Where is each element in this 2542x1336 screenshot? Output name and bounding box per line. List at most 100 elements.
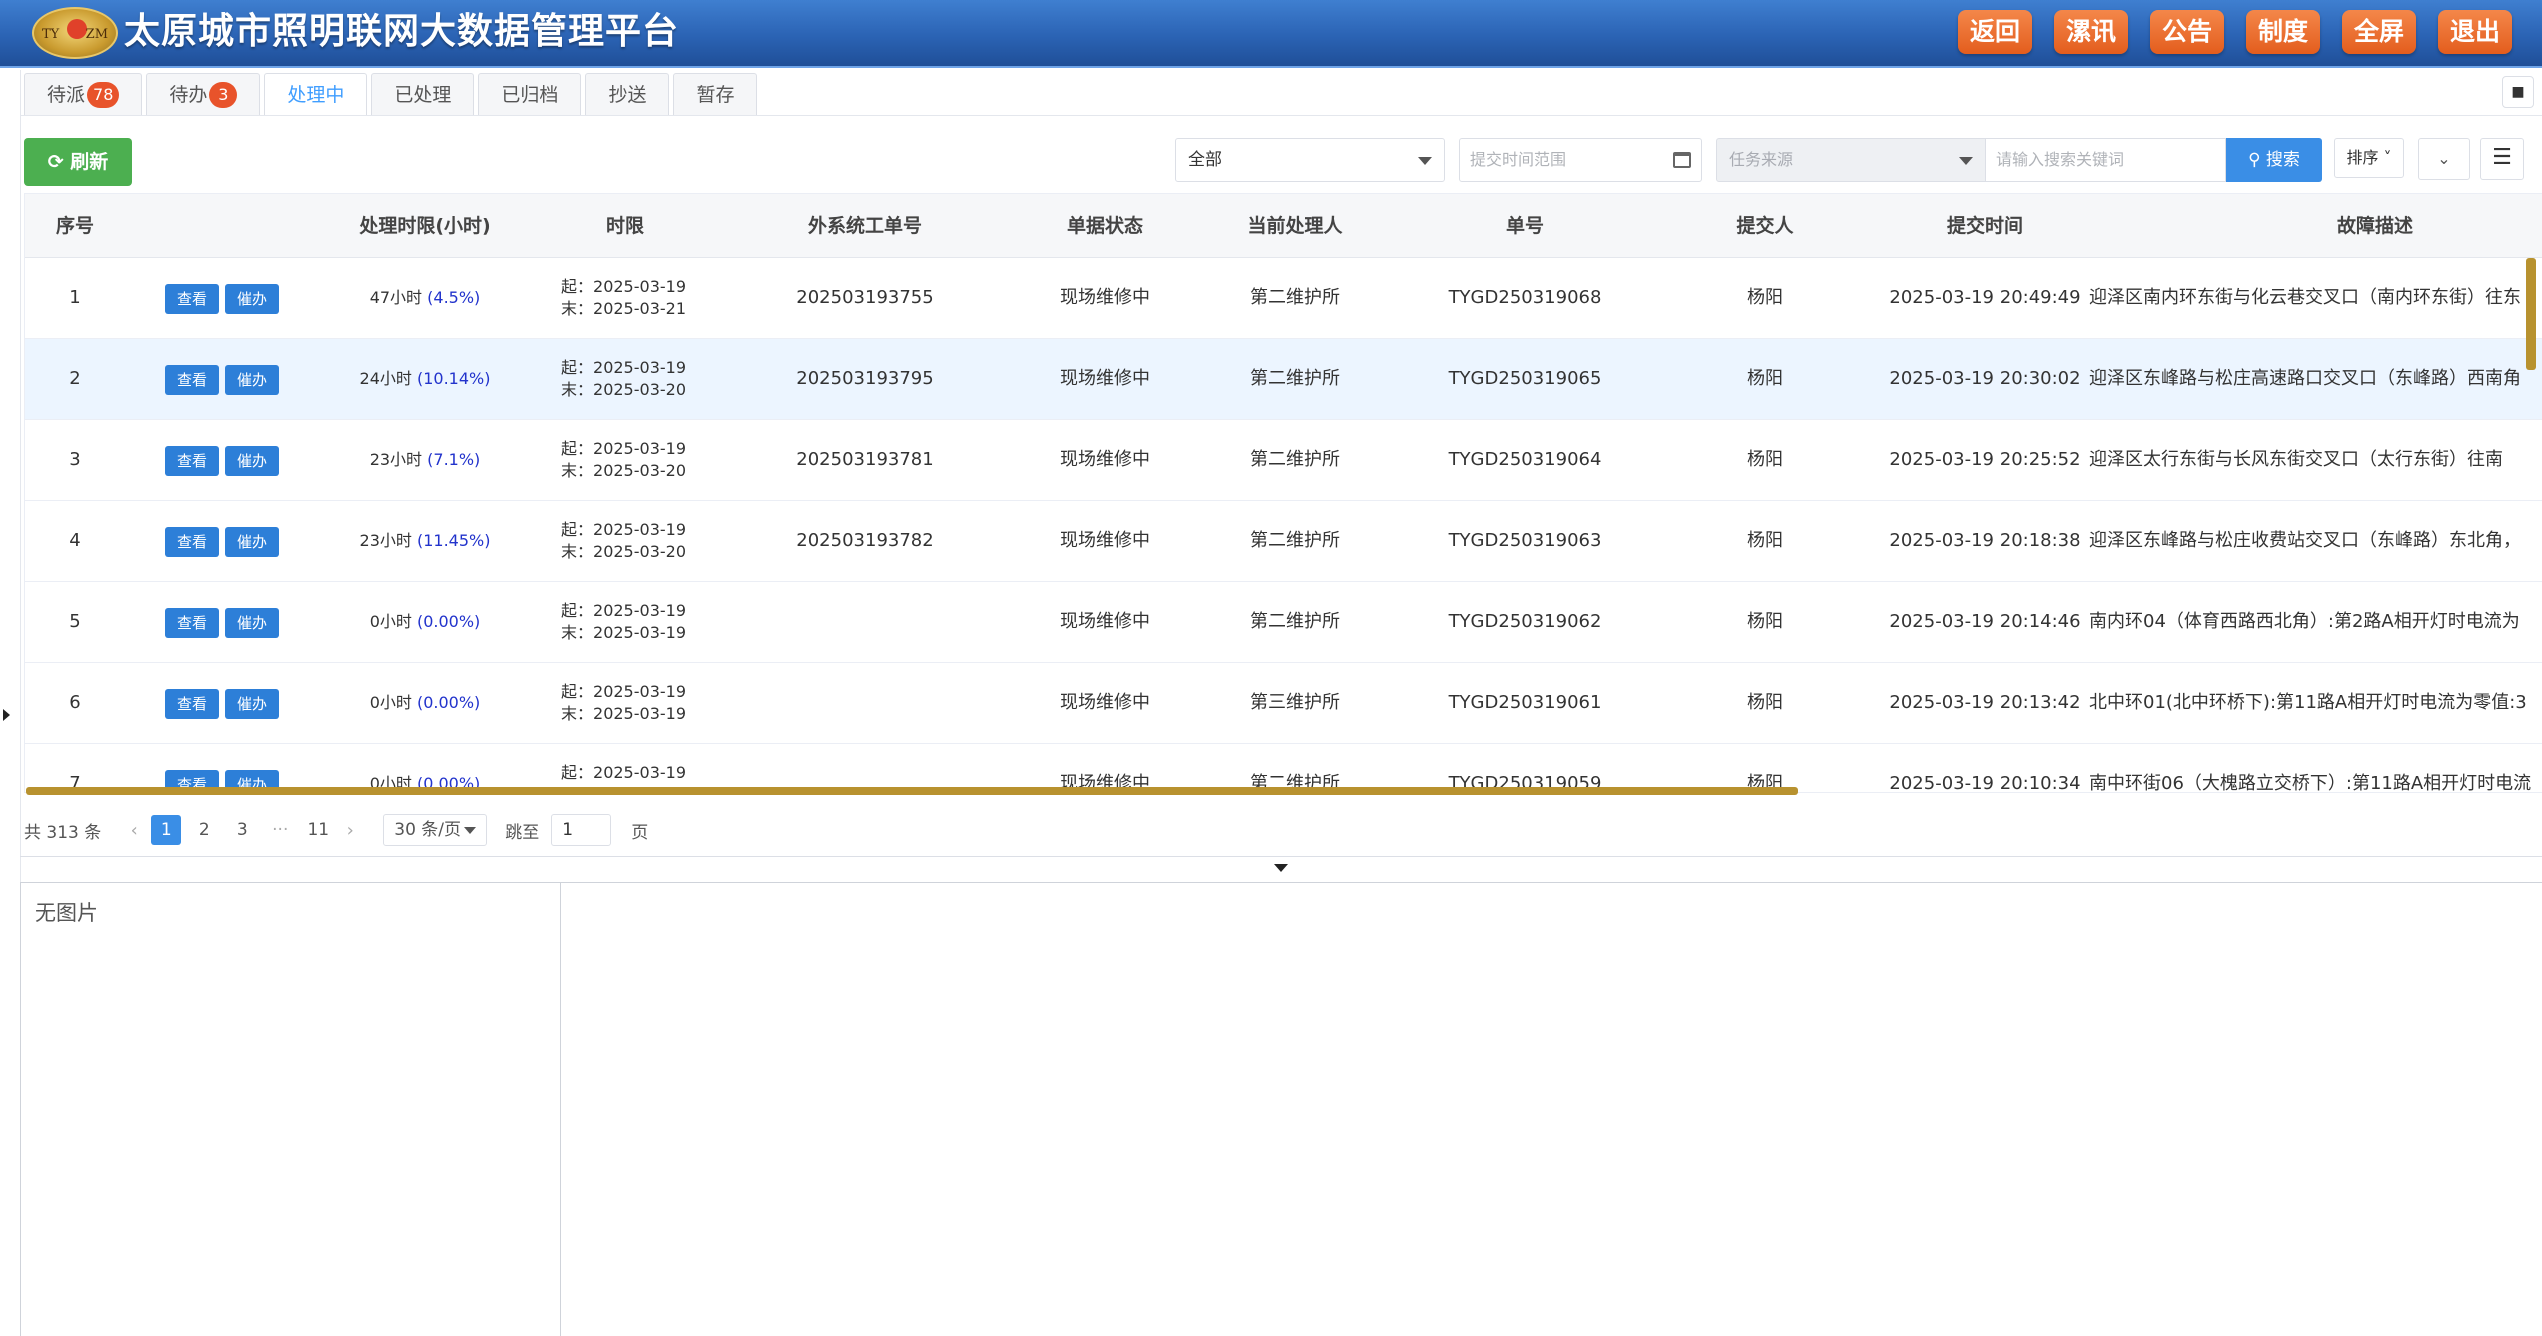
collapse-arrow-icon[interactable] (1274, 864, 1288, 872)
submit-time: 2025-03-19 20:10:34 (1889, 773, 2081, 793)
page-button-2[interactable]: 2 (189, 815, 219, 845)
news-button[interactable]: 漯讯 (2054, 10, 2128, 54)
deadline-range: 起：2025-03-19 末：2025-03-21 (561, 276, 686, 320)
table-row[interactable]: 2 查看 催办 24小时 (10.14%) 起：2025-03-19 末：2025… (25, 339, 2542, 420)
column-dropdown-button[interactable]: ⌄ (2418, 138, 2470, 180)
sort-button[interactable]: 排序 ˅ (2334, 138, 2404, 178)
submit-time: 2025-03-19 20:18:38 (1889, 530, 2081, 551)
page-button-3[interactable]: 3 (227, 815, 257, 845)
page-suffix: 页 (631, 822, 649, 843)
view-button[interactable]: 查看 (165, 284, 219, 314)
header-order-no: 单号 (1505, 215, 1544, 237)
table-row[interactable]: 4 查看 催办 23小时 (11.45%) 起：2025-03-19 末：2025… (25, 501, 2542, 582)
fault-description: 北中环01(北中环桥下):第11路A相开灯时电流为零值:3 (2089, 692, 2527, 713)
start-prefix: 起： (561, 763, 594, 782)
view-button[interactable]: 查看 (165, 365, 219, 395)
page-button-1[interactable]: 1 (151, 815, 182, 845)
ext-order-no: 202503193781 (796, 449, 934, 470)
end-date: 2025-03-19 (593, 623, 686, 642)
task-source-select[interactable]: 任务来源 (1716, 138, 1986, 182)
ext-order-no (745, 663, 985, 743)
view-button[interactable]: 查看 (165, 608, 219, 638)
fullscreen-button[interactable]: 全屏 (2342, 10, 2416, 54)
logo-text-right: ZM (85, 27, 108, 42)
row-no: 2 (69, 368, 81, 389)
work-order-table: 序号 处理时限(小时) 时限 外系统工单号 单据状态 当前处理人 单号 提交人 … (24, 193, 2542, 793)
menu-icon[interactable]: ☰ (2480, 138, 2524, 180)
tab-archived[interactable]: 已归档 (478, 73, 582, 115)
view-button[interactable]: 查看 (165, 689, 219, 719)
pagination: 共 313 条 ‹ 1 2 3 ··· 11 › 30 条/页 跳至 1 页 (24, 812, 648, 848)
submitter: 杨阳 (1747, 287, 1783, 308)
urge-button[interactable]: 催办 (225, 608, 279, 638)
table-row[interactable]: 3 查看 催办 23小时 (7.1%) 起：2025-03-19 末：2025-0… (25, 420, 2542, 501)
fault-description: 迎泽区东峰路与松庄收费站交叉口（东峰路）东北角， (2089, 530, 2521, 551)
start-date: 2025-03-19 (593, 682, 686, 701)
urge-button[interactable]: 催办 (225, 689, 279, 719)
status-select-value: 全部 (1188, 150, 1222, 170)
deadline-range: 起：2025-03-19 (561, 762, 686, 784)
tab-in-progress[interactable]: 处理中 (264, 73, 368, 115)
table-horizontal-scrollbar[interactable] (26, 787, 1798, 795)
table-vertical-scrollbar[interactable] (2526, 258, 2536, 370)
view-button[interactable]: 查看 (165, 527, 219, 557)
back-button[interactable]: 返回 (1958, 10, 2032, 54)
limit-hours: 0小时 (0.00%) (325, 582, 525, 662)
page-button-11[interactable]: 11 (303, 815, 333, 845)
next-page-icon[interactable]: › (337, 820, 363, 841)
search-input[interactable]: 请输入搜索关键词 (1986, 138, 2226, 182)
start-prefix: 起： (561, 358, 594, 377)
fault-description: 南内环04（体育西路西北角）:第2路A相开灯时电流为 (2089, 611, 2520, 632)
corner-toggle-button[interactable]: ■ (2502, 76, 2534, 108)
table-row[interactable]: 7 查看 催办 0小时 (0.00%) 起：2025-03-19 现场维修中 第… (25, 744, 2542, 793)
row-no: 5 (69, 611, 81, 632)
tab-pending-dispatch[interactable]: 待派 78 (24, 73, 143, 115)
submit-time: 2025-03-19 20:13:42 (1889, 692, 2081, 713)
table-row[interactable]: 6 查看 催办 0小时 (0.00%) 起：2025-03-19 末：2025-0… (25, 663, 2542, 744)
refresh-button[interactable]: ⟳ 刷新 (24, 138, 132, 186)
logout-button[interactable]: 退出 (2438, 10, 2512, 54)
limit-percent: (0.00%) (416, 693, 481, 712)
side-expand-arrow-icon[interactable] (3, 709, 10, 721)
start-date: 2025-03-19 (593, 358, 686, 377)
table-row[interactable]: 1 查看 催办 47小时 (4.5%) 起：2025-03-19 末：2025-0… (25, 258, 2542, 339)
logo-text-left: TY (42, 27, 60, 42)
limit-hours-value: 23小时 (359, 531, 412, 550)
urge-button[interactable]: 催办 (225, 365, 279, 395)
submitter: 杨阳 (1747, 449, 1783, 470)
date-range-placeholder: 提交时间范围 (1470, 150, 1567, 169)
urge-button[interactable]: 催办 (225, 527, 279, 557)
tab-todo[interactable]: 待办 3 (146, 73, 261, 115)
tab-cc[interactable]: 抄送 (585, 73, 670, 115)
notice-button[interactable]: 公告 (2150, 10, 2224, 54)
end-date: 2025-03-20 (593, 461, 686, 480)
refresh-label: 刷新 (70, 151, 109, 173)
start-date: 2025-03-19 (593, 520, 686, 539)
status-tabs: 待派 78 待办 3 处理中 已处理 已归档 抄送 暂存 (24, 73, 758, 115)
section-divider (20, 856, 2542, 857)
order-no: TYGD250319061 (1448, 692, 1602, 713)
submitter: 杨阳 (1747, 692, 1783, 713)
page-ellipsis[interactable]: ··· (265, 815, 295, 845)
search-button[interactable]: ⚲ 搜索 (2226, 138, 2322, 182)
current-handler: 第二维护所 (1250, 530, 1340, 551)
table-row[interactable]: 5 查看 催办 0小时 (0.00%) 起：2025-03-19 末：2025-0… (25, 582, 2542, 663)
status-select[interactable]: 全部 (1175, 138, 1445, 182)
view-button[interactable]: 查看 (165, 446, 219, 476)
chevron-down-icon: ˅ (2378, 148, 2392, 167)
date-range-picker[interactable]: 提交时间范围 (1459, 138, 1702, 182)
tab-processed[interactable]: 已处理 (371, 73, 475, 115)
page-size-select[interactable]: 30 条/页 (383, 814, 488, 846)
policy-button[interactable]: 制度 (2246, 10, 2320, 54)
urge-button[interactable]: 催办 (225, 284, 279, 314)
end-date: 2025-03-19 (593, 704, 686, 723)
limit-hours-value: 0小时 (369, 612, 412, 631)
tab-drafts[interactable]: 暂存 (673, 73, 758, 115)
prev-page-icon[interactable]: ‹ (121, 820, 147, 841)
urge-button[interactable]: 催办 (225, 446, 279, 476)
end-date: 2025-03-21 (593, 299, 686, 318)
sort-label: 排序 (2346, 148, 2379, 167)
jump-page-input[interactable]: 1 (551, 814, 612, 846)
current-handler: 第二维护所 (1250, 287, 1340, 308)
current-handler: 第三维护所 (1250, 692, 1340, 713)
